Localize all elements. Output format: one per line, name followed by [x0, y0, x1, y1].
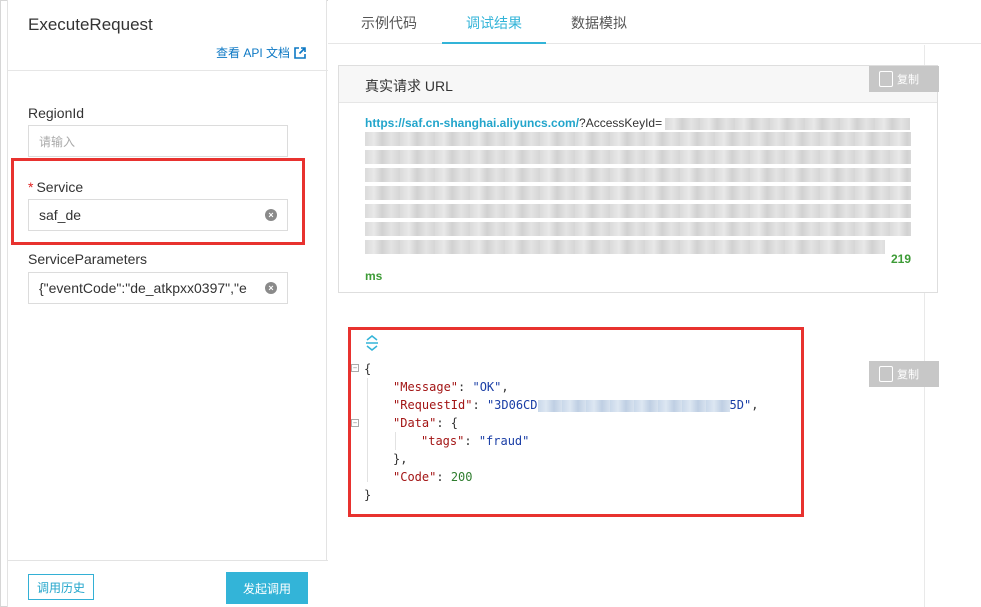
serviceparameters-input-value: {"eventCode":"de_atkpxx0397","e — [39, 280, 247, 296]
copy-url-button[interactable]: 复制 — [869, 66, 939, 92]
invoke-button[interactable]: 发起调用 — [226, 572, 308, 604]
redacted-url-segment — [365, 240, 885, 254]
copy-url-label: 复制 — [897, 74, 919, 86]
copy-icon — [879, 366, 893, 382]
result-highlight-box — [348, 327, 804, 517]
redacted-url-segment — [365, 222, 911, 236]
tab-sample-code[interactable]: 示例代码 — [350, 0, 428, 44]
serviceparameters-input[interactable]: {"eventCode":"de_atkpxx0397","e × — [28, 272, 288, 304]
request-url-query: ?AccessKeyId= — [579, 116, 663, 130]
redacted-url-segment — [365, 186, 911, 200]
copy-icon — [879, 71, 893, 87]
request-url-link[interactable]: https://saf.cn-shanghai.aliyuncs.com/ — [365, 116, 579, 130]
request-url-title: 真实请求 URL — [339, 66, 937, 103]
header-divider — [8, 70, 328, 71]
redacted-url-segment — [365, 168, 911, 182]
api-title: ExecuteRequest — [28, 15, 153, 34]
api-doc-link[interactable]: 查看 API 文档 — [216, 44, 306, 61]
form-footer: 调用历史 发起调用 — [8, 560, 328, 607]
tab-bar: 示例代码 调试结果 数据模拟 — [328, 0, 981, 44]
tab-debug-result[interactable]: 调试结果 — [442, 0, 546, 44]
call-history-button[interactable]: 调用历史 — [28, 574, 94, 600]
copy-result-label: 复制 — [897, 369, 919, 381]
regionid-placeholder: 请输入 — [39, 134, 76, 149]
redacted-url-segment — [665, 118, 910, 130]
api-doc-link-label: 查看 API 文档 — [215, 46, 290, 60]
serviceparameters-label: ServiceParameters — [28, 251, 148, 267]
request-form-panel: ExecuteRequest 查看 API 文档 RegionId 请输入 * S… — [7, 0, 328, 607]
redacted-url-segment — [365, 132, 911, 146]
request-url-box: 真实请求 URL https://saf.cn-shanghai.aliyunc… — [338, 65, 938, 293]
tab-data-mock[interactable]: 数据模拟 — [560, 0, 638, 44]
copy-result-button[interactable]: 复制 — [869, 361, 939, 387]
request-url-text: https://saf.cn-shanghai.aliyuncs.com/?Ac… — [365, 116, 662, 130]
service-highlight-box — [11, 158, 305, 245]
external-link-icon — [294, 46, 306, 59]
response-time-value: 219 — [890, 252, 911, 266]
clear-icon[interactable]: × — [265, 282, 277, 294]
redacted-url-segment — [365, 204, 911, 218]
redacted-url-segment — [365, 150, 911, 164]
response-time-unit: ms — [365, 269, 383, 283]
regionid-label: RegionId — [28, 105, 85, 121]
regionid-input[interactable]: 请输入 — [28, 125, 288, 157]
